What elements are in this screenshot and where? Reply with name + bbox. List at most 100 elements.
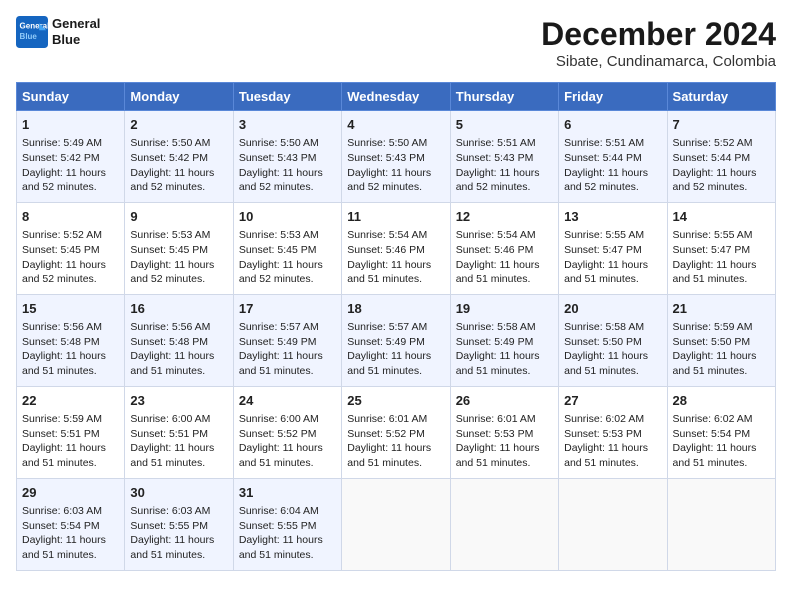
daylight-text: Daylight: 11 hours and 52 minutes. [130,259,214,286]
day-number: 30 [130,484,227,502]
calendar-cell: 12Sunrise: 5:54 AMSunset: 5:46 PMDayligh… [450,202,558,294]
daylight-text: Daylight: 11 hours and 52 minutes. [347,167,431,194]
sunrise-text: Sunrise: 5:57 AM [347,321,427,333]
daylight-text: Daylight: 11 hours and 51 minutes. [456,350,540,377]
header-saturday: Saturday [667,83,775,111]
sunrise-text: Sunrise: 5:51 AM [456,137,536,149]
daylight-text: Daylight: 11 hours and 52 minutes. [456,167,540,194]
sunset-text: Sunset: 5:49 PM [239,336,317,348]
day-number: 26 [456,392,553,410]
calendar-week-row: 22 Sunrise: 5:59 AM Sunset: 5:51 PM Dayligh… [17,386,776,478]
sunset-text: Sunset: 5:46 PM [347,244,425,256]
sunset-text: Sunset: 5:51 PM [22,428,100,440]
daylight-text: Daylight: 11 hours and 52 minutes. [239,259,323,286]
daylight-text: Daylight: 11 hours and 51 minutes. [239,442,323,469]
sunrise-text: Sunrise: 5:54 AM [456,229,536,241]
sunset-text: Sunset: 5:48 PM [22,336,100,348]
sunset-text: Sunset: 5:44 PM [564,152,642,164]
sunset-text: Sunset: 5:49 PM [456,336,534,348]
day-number: 7 [673,116,770,134]
day-number: 17 [239,300,336,318]
sunset-text: Sunset: 5:55 PM [130,520,208,532]
day-number: 4 [347,116,444,134]
sunset-text: Sunset: 5:43 PM [239,152,317,164]
sunrise-text: Sunrise: 5:51 AM [564,137,644,149]
daylight-text: Daylight: 11 hours and 51 minutes. [22,350,106,377]
sunrise-text: Sunrise: 5:56 AM [22,321,102,333]
daylight-text: Daylight: 11 hours and 51 minutes. [347,442,431,469]
calendar-cell: 23Sunrise: 6:00 AMSunset: 5:51 PMDayligh… [125,386,233,478]
day-number: 2 [130,116,227,134]
day-number: 9 [130,208,227,226]
sunrise-text: Sunrise: 5:57 AM [239,321,319,333]
day-number: 24 [239,392,336,410]
sunrise-text: Sunrise: 5:54 AM [347,229,427,241]
calendar-cell: 1Sunrise: 5:49 AMSunset: 5:42 PMDaylight… [17,111,125,203]
sunrise-text: Sunrise: 5:59 AM [673,321,753,333]
header-tuesday: Tuesday [233,83,341,111]
sunset-text: Sunset: 5:52 PM [347,428,425,440]
daylight-text: Daylight: 11 hours and 51 minutes. [564,350,648,377]
sunrise-text: Sunrise: 6:03 AM [130,505,210,517]
day-number: 13 [564,208,661,226]
day-number: 22 [22,392,119,410]
sunrise-text: Sunrise: 5:53 AM [239,229,319,241]
logo-text: General Blue [52,16,100,47]
daylight-text: Daylight: 11 hours and 52 minutes. [239,167,323,194]
day-number: 19 [456,300,553,318]
svg-text:Blue: Blue [20,32,38,41]
sunset-text: Sunset: 5:46 PM [456,244,534,256]
day-number: 20 [564,300,661,318]
sunrise-text: Sunrise: 6:02 AM [564,413,644,425]
calendar-week-row: 1Sunrise: 5:49 AMSunset: 5:42 PMDaylight… [17,111,776,203]
sunrise-text: Sunrise: 5:55 AM [564,229,644,241]
header-thursday: Thursday [450,83,558,111]
day-number: 5 [456,116,553,134]
calendar-cell: 5 Sunrise: 5:51 AM Sunset: 5:43 PM Daylight… [450,111,558,203]
header-wednesday: Wednesday [342,83,450,111]
calendar-cell: 28Sunrise: 6:02 AMSunset: 5:54 PMDayligh… [667,386,775,478]
sunset-text: Sunset: 5:50 PM [673,336,751,348]
calendar-cell: 10Sunrise: 5:53 AMSunset: 5:45 PMDayligh… [233,202,341,294]
sunset-text: Sunset: 5:52 PM [239,428,317,440]
day-number: 3 [239,116,336,134]
daylight-text: Daylight: 11 hours and 51 minutes. [347,350,431,377]
sunrise-text: Sunrise: 6:01 AM [456,413,536,425]
calendar-cell [559,478,667,570]
daylight-text: Daylight: 11 hours and 51 minutes. [130,350,214,377]
sunset-text: Sunset: 5:45 PM [22,244,100,256]
sunset-text: Sunset: 5:44 PM [673,152,751,164]
day-number: 11 [347,208,444,226]
sunrise-text: Sunrise: 5:53 AM [130,229,210,241]
calendar-cell: 3Sunrise: 5:50 AMSunset: 5:43 PMDaylight… [233,111,341,203]
calendar-cell: 4Sunrise: 5:50 AMSunset: 5:43 PMDaylight… [342,111,450,203]
calendar-cell: 6Sunrise: 5:51 AMSunset: 5:44 PMDaylight… [559,111,667,203]
sunrise-text: Sunrise: 6:00 AM [130,413,210,425]
sunset-text: Sunset: 5:43 PM [456,152,534,164]
sunrise-text: Sunrise: 5:50 AM [347,137,427,149]
calendar-cell: 24Sunrise: 6:00 AMSunset: 5:52 PMDayligh… [233,386,341,478]
day-number: 16 [130,300,227,318]
sunrise-text: Sunrise: 5:50 AM [130,137,210,149]
sunrise-text: Sunrise: 5:59 AM [22,413,102,425]
calendar-cell: 25Sunrise: 6:01 AMSunset: 5:52 PMDayligh… [342,386,450,478]
calendar-cell [342,478,450,570]
calendar-cell: 20Sunrise: 5:58 AMSunset: 5:50 PMDayligh… [559,294,667,386]
daylight-text: Daylight: 11 hours and 52 minutes. [22,259,106,286]
calendar-table: SundayMondayTuesdayWednesdayThursdayFrid… [16,82,776,571]
daylight-text: Daylight: 11 hours and 51 minutes. [564,259,648,286]
calendar-cell [450,478,558,570]
daylight-text: Daylight: 11 hours and 52 minutes. [130,167,214,194]
day-number: 1 [22,116,119,134]
sunrise-text: Sunrise: 5:49 AM [22,137,102,149]
sunrise-text: Sunrise: 5:56 AM [130,321,210,333]
sunset-text: Sunset: 5:51 PM [130,428,208,440]
day-number: 23 [130,392,227,410]
sunset-text: Sunset: 5:47 PM [673,244,751,256]
sunset-text: Sunset: 5:55 PM [239,520,317,532]
logo: General Blue General Blue [16,16,100,48]
sunrise-text: Sunrise: 6:01 AM [347,413,427,425]
daylight-text: Daylight: 11 hours and 51 minutes. [456,259,540,286]
header-friday: Friday [559,83,667,111]
day-number: 8 [22,208,119,226]
